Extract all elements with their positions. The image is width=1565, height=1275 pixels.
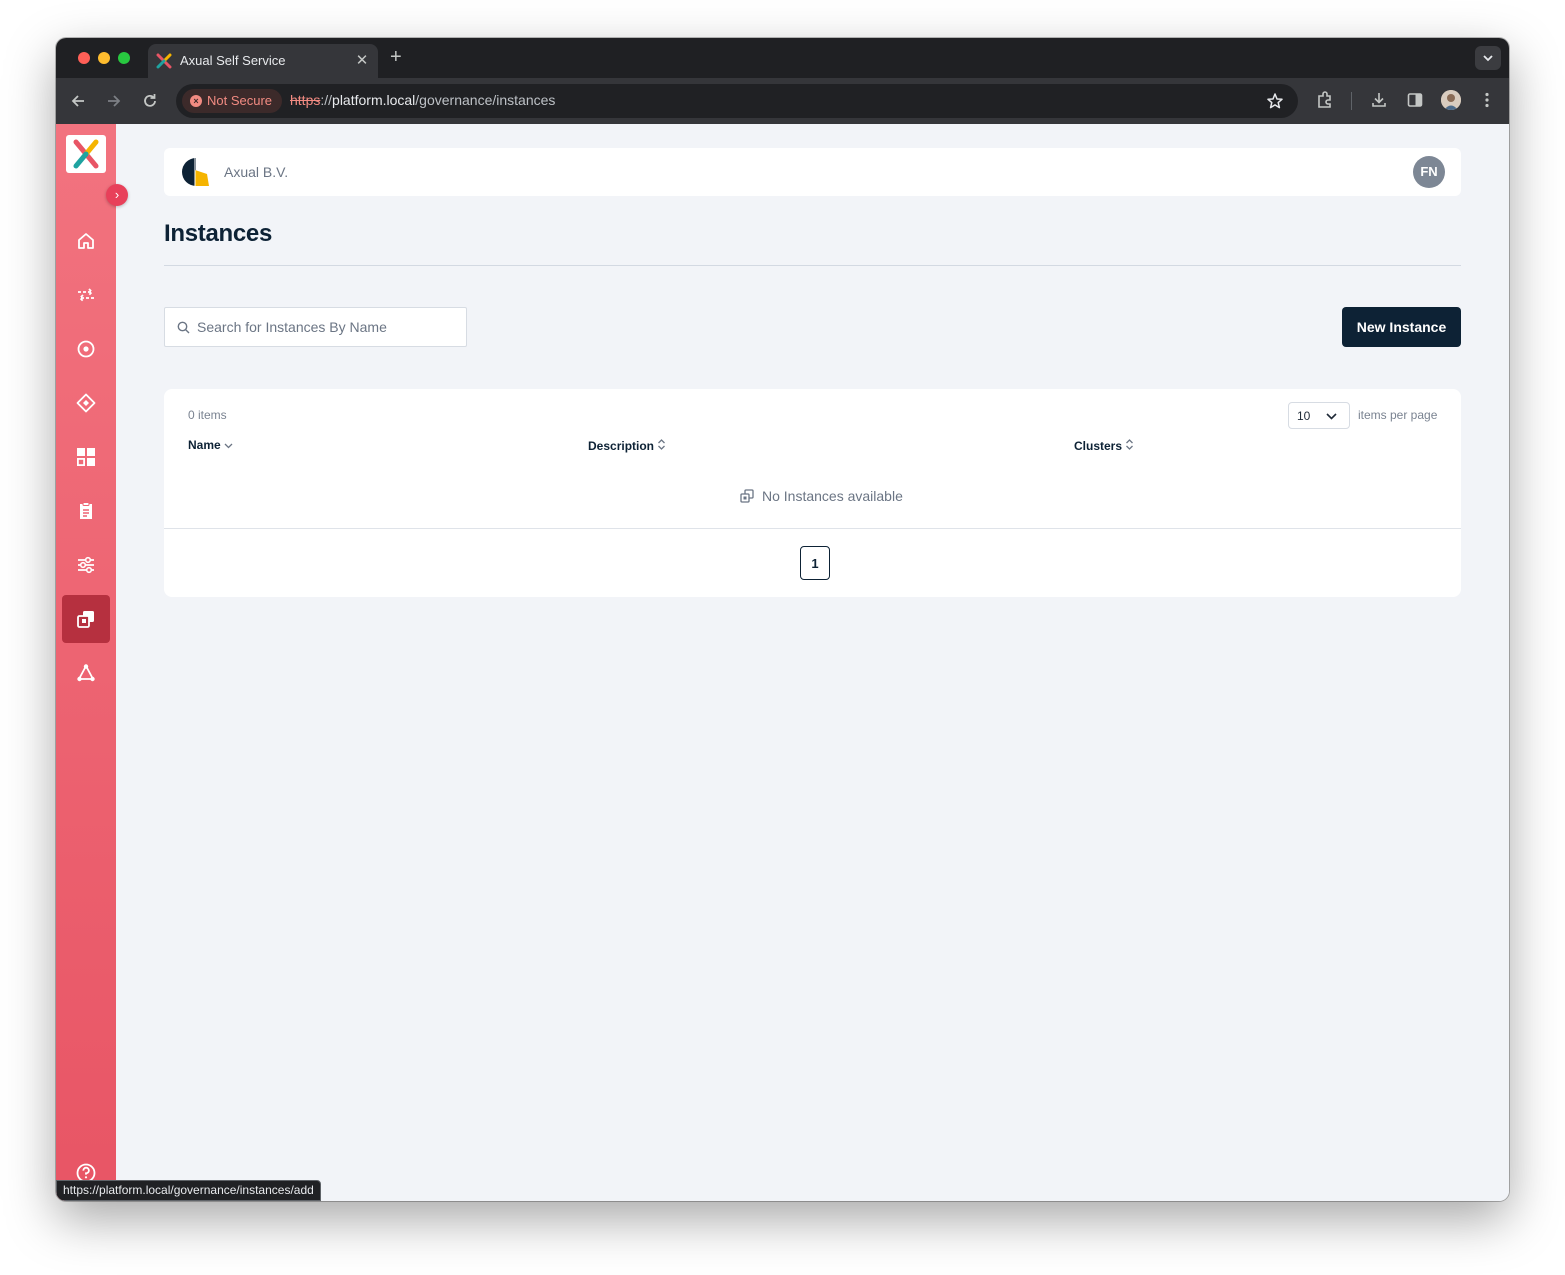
url-scheme: https [290, 92, 321, 108]
column-clusters-label: Clusters [1074, 439, 1123, 453]
search-box[interactable] [164, 307, 467, 347]
dashboard-icon [76, 448, 95, 466]
empty-state-message: No Instances available [762, 488, 903, 504]
organization-logo [182, 158, 209, 186]
clipboard-icon [80, 502, 92, 519]
items-per-page-label: items per page [1358, 408, 1438, 422]
new-tab-button[interactable]: + [390, 46, 402, 69]
tab-close-icon[interactable]: ✕ [354, 51, 370, 69]
forward-arrow-icon[interactable] [104, 91, 124, 111]
settings-sliders-icon [78, 556, 94, 574]
user-photo-icon [1441, 90, 1461, 110]
empty-state: No Instances available [740, 488, 903, 504]
app-root: › Axual B.V. FN Instances New Instance 0… [56, 124, 1509, 1201]
toolbar-divider [1351, 92, 1352, 110]
organization-name: Axual B.V. [224, 164, 289, 180]
axual-logo-icon [73, 139, 99, 169]
bookmark-star-icon[interactable] [1266, 92, 1284, 110]
sort-icon [658, 439, 665, 450]
network-icon [77, 664, 95, 682]
axual-logo[interactable] [66, 135, 106, 173]
sidebar-item-applications[interactable] [62, 325, 110, 373]
column-header-description[interactable]: Description [588, 438, 666, 453]
browser-toolbar: × Not Secure https://platform.local/gove… [56, 78, 1509, 124]
item-count: 0 items [188, 408, 227, 422]
link-hover-status: https://platform.local/governance/instan… [56, 1180, 321, 1201]
applications-icon [77, 340, 95, 358]
sidebar-expand-button[interactable]: › [106, 184, 128, 206]
instances-icon [740, 489, 754, 503]
sidebar-item-dashboard[interactable] [62, 433, 110, 481]
warning-icon: × [190, 95, 202, 107]
user-avatar[interactable]: FN [1413, 156, 1445, 188]
security-chip[interactable]: × Not Secure [182, 89, 282, 113]
tab-search-button[interactable] [1475, 46, 1501, 70]
chevron-down-icon [1483, 55, 1493, 62]
browser-tab[interactable]: Axual Self Service ✕ [148, 44, 378, 78]
items-per-page-value: 10 [1297, 409, 1311, 423]
pagination-page-button[interactable]: 1 [800, 546, 830, 580]
streams-icon [78, 288, 94, 302]
sidebar-item-network[interactable] [62, 649, 110, 697]
column-header-name[interactable]: Name [188, 438, 233, 452]
sort-desc-icon [224, 443, 233, 449]
instances-table-card: 0 items 10 items per page Name Descripti… [164, 389, 1461, 597]
address-bar[interactable]: × Not Secure https://platform.local/gove… [176, 84, 1298, 118]
column-description-label: Description [588, 439, 655, 453]
sidebar-item-home[interactable] [62, 217, 110, 265]
items-per-page-select[interactable]: 10 [1288, 402, 1350, 429]
close-window-button[interactable] [78, 52, 90, 64]
maximize-window-button[interactable] [118, 52, 130, 64]
title-divider [164, 265, 1461, 266]
side-panel-icon[interactable] [1405, 90, 1425, 110]
chevron-down-icon [1326, 413, 1337, 420]
sidebar-item-settings[interactable] [62, 541, 110, 589]
top-bar: Axual B.V. FN [164, 148, 1461, 196]
sidebar [56, 124, 116, 1201]
sidebar-item-clipboard[interactable] [62, 487, 110, 535]
reload-icon[interactable] [140, 91, 160, 111]
table-footer-divider [164, 528, 1461, 529]
sidebar-item-streams[interactable] [62, 271, 110, 319]
url-text[interactable]: https://platform.local/governance/instan… [290, 92, 555, 108]
column-header-clusters[interactable]: Clusters [1074, 438, 1134, 453]
sort-icon [1126, 439, 1133, 450]
profile-avatar[interactable] [1441, 90, 1461, 110]
page-title: Instances [164, 220, 273, 247]
minimize-window-button[interactable] [98, 52, 110, 64]
more-vert-icon[interactable] [1477, 90, 1497, 110]
browser-tabbar: Axual Self Service ✕ + [56, 38, 1509, 78]
back-arrow-icon[interactable] [68, 91, 88, 111]
connectors-icon [76, 393, 96, 413]
security-label: Not Secure [207, 93, 273, 108]
column-name-label: Name [188, 438, 221, 452]
extensions-icon[interactable] [1315, 90, 1335, 110]
url-host: platform.local [332, 92, 416, 108]
sidebar-item-connectors[interactable] [62, 379, 110, 427]
tab-title: Axual Self Service [180, 53, 286, 68]
home-icon [78, 233, 94, 249]
sidebar-item-instances[interactable] [62, 595, 110, 643]
instances-icon [77, 611, 94, 628]
url-separator: :// [320, 92, 333, 108]
url-path: /governance/instances [415, 92, 556, 108]
browser-window: Axual Self Service ✕ + × Not Secure http… [56, 38, 1509, 1201]
axual-favicon-icon [156, 53, 172, 69]
new-instance-button[interactable]: New Instance [1342, 307, 1461, 347]
search-input[interactable] [197, 308, 457, 346]
download-icon[interactable] [1369, 90, 1389, 110]
search-icon [177, 321, 190, 334]
